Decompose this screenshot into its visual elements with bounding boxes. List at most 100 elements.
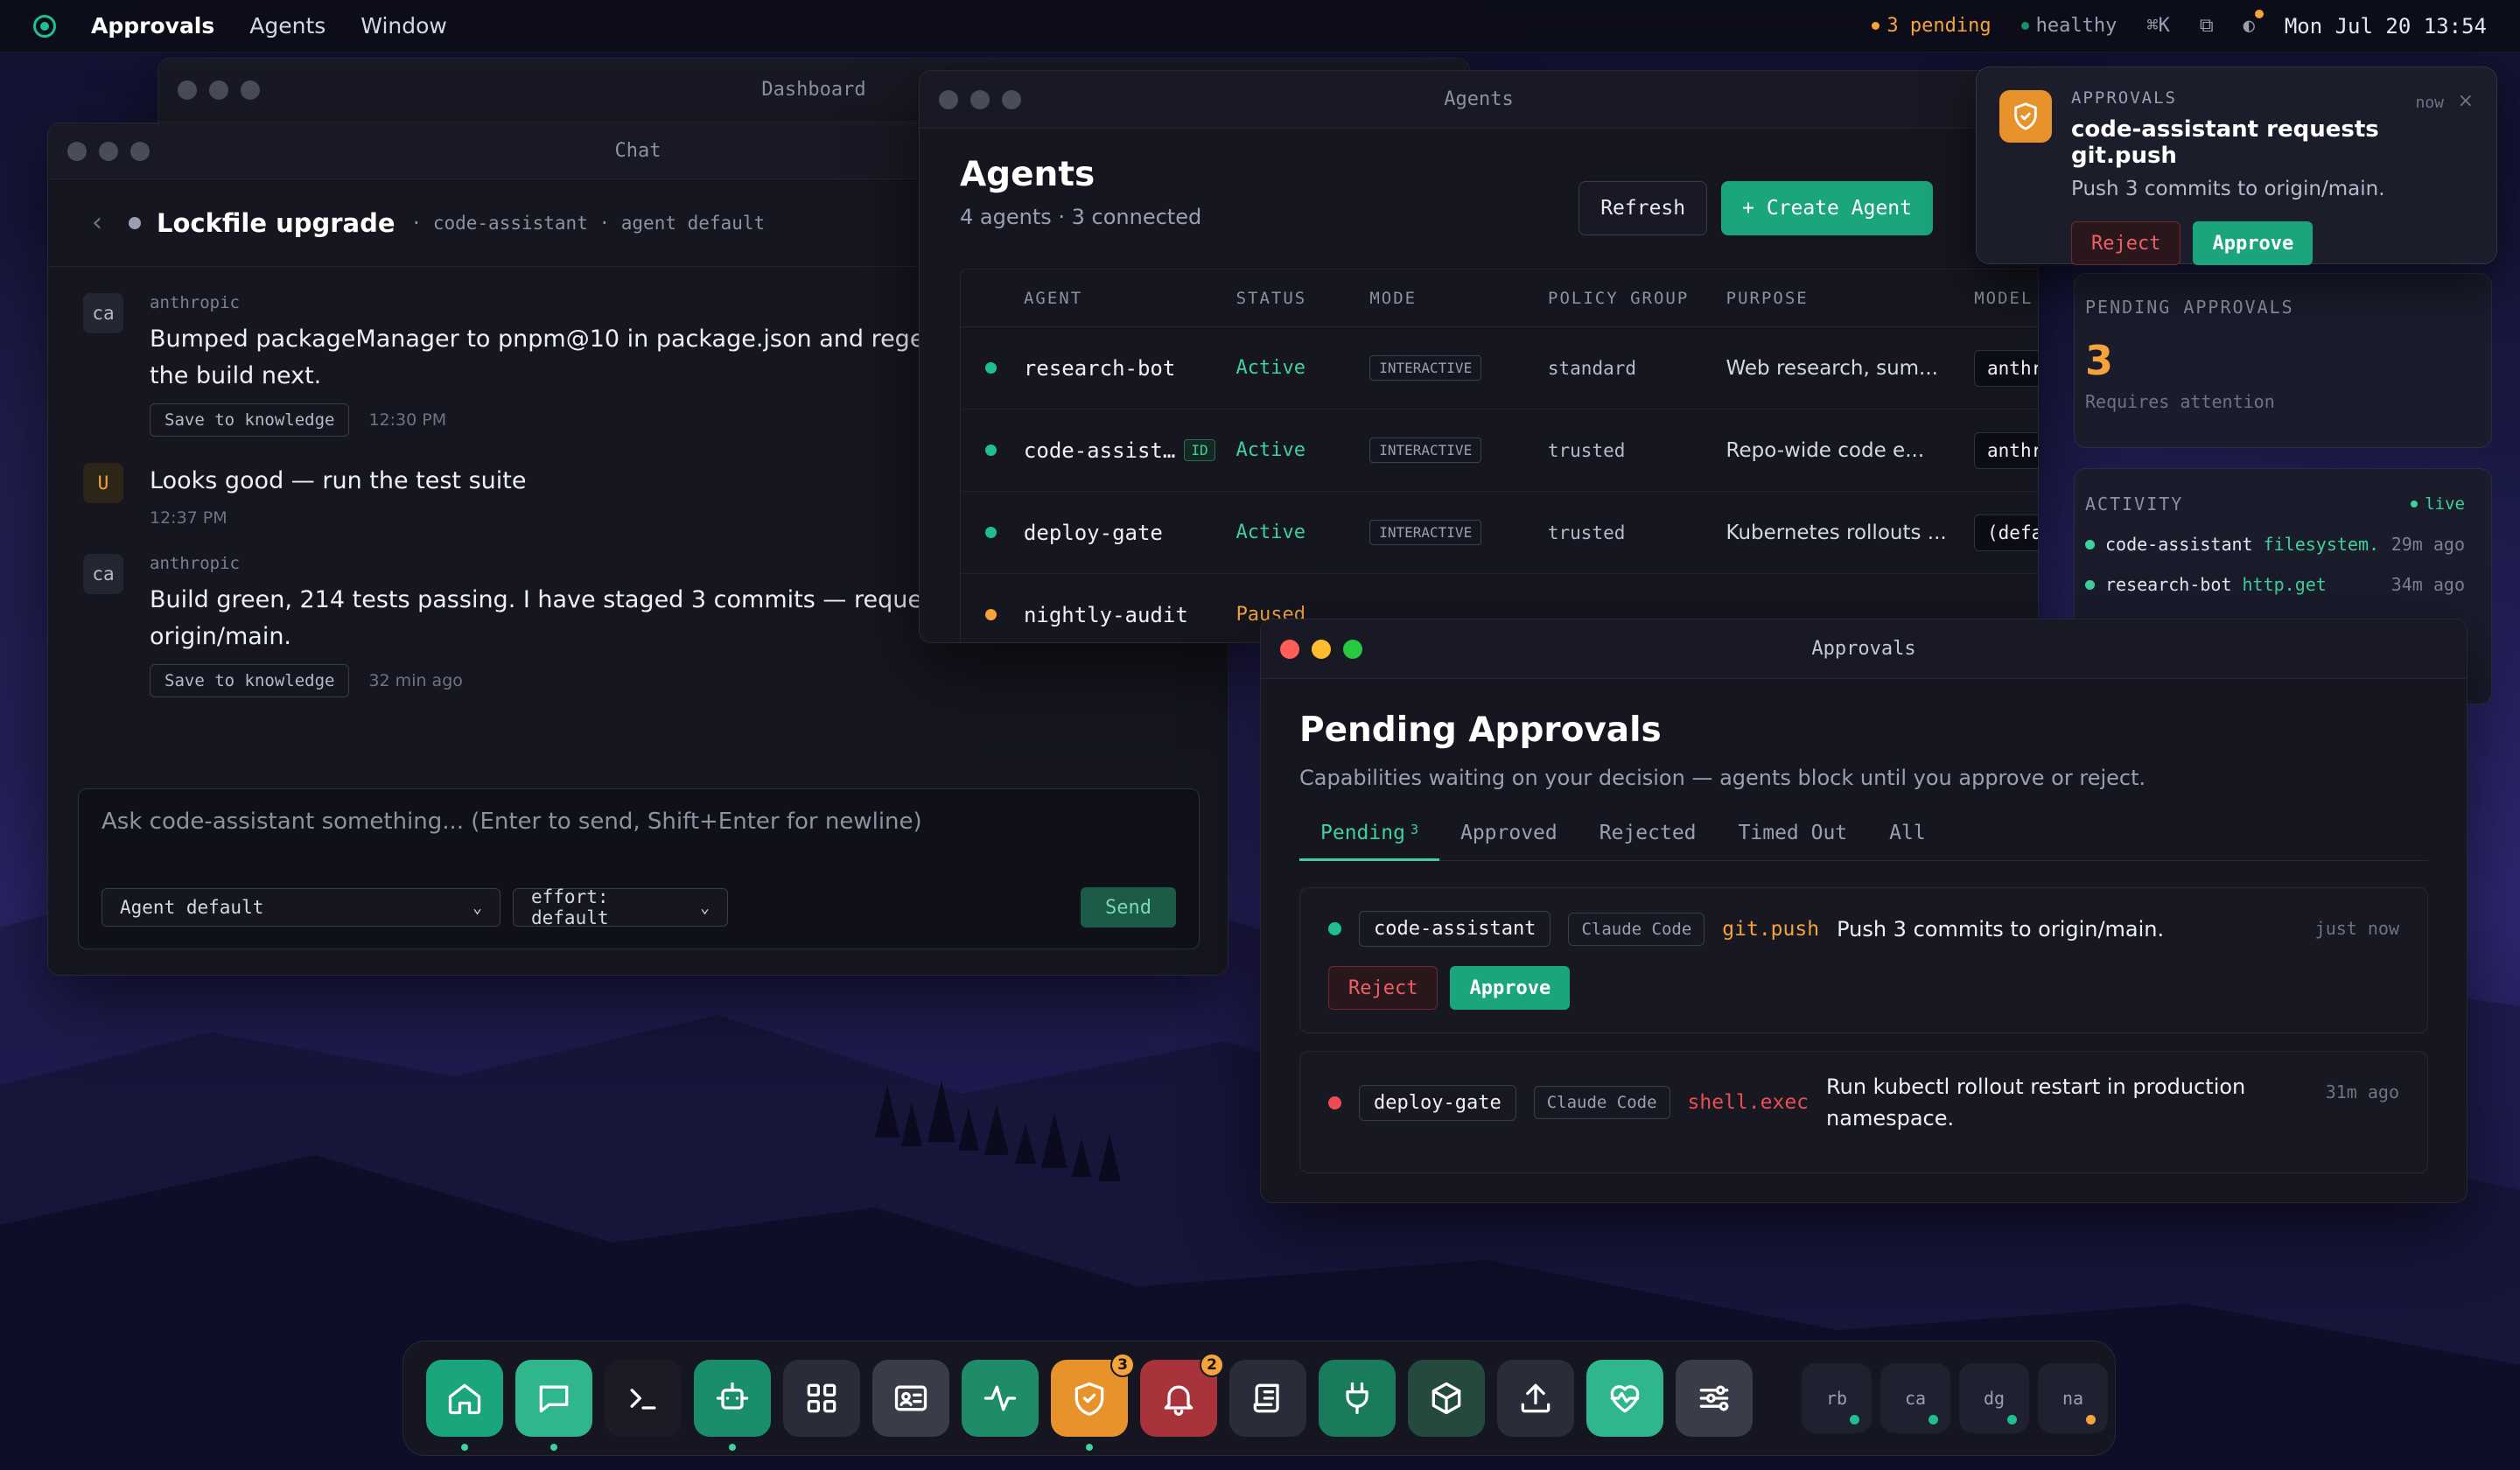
theme-glyph: ◐ bbox=[2243, 15, 2255, 37]
column-header[interactable]: STATUS bbox=[1236, 289, 1370, 308]
close-window-button[interactable] bbox=[1280, 639, 1299, 659]
column-header[interactable]: MODEL bbox=[1974, 289, 2038, 308]
column-header[interactable]: MODE bbox=[1369, 289, 1548, 308]
command-palette-shortcut[interactable]: ⌘K bbox=[2146, 15, 2170, 37]
window-controls bbox=[67, 141, 150, 161]
close-icon[interactable]: × bbox=[2458, 90, 2474, 112]
request-status-dot bbox=[1328, 1096, 1341, 1110]
window-switcher-icon[interactable]: ⧉ bbox=[2200, 15, 2214, 37]
menu-agents[interactable]: Agents bbox=[249, 13, 326, 38]
dock-agent-label: ca bbox=[1904, 1388, 1927, 1409]
minimize-window-button[interactable] bbox=[970, 89, 990, 109]
agent-mode-cell: INTERACTIVE bbox=[1369, 355, 1548, 381]
minimize-window-button[interactable] bbox=[99, 141, 118, 161]
close-window-button[interactable] bbox=[178, 80, 197, 100]
tab-all[interactable]: All bbox=[1868, 822, 1947, 860]
back-icon[interactable]: ‹ bbox=[92, 207, 102, 238]
bell-icon bbox=[1164, 1385, 1194, 1416]
close-window-button[interactable] bbox=[67, 141, 87, 161]
effort-select[interactable]: effort: default ⌄ bbox=[513, 886, 728, 928]
pending-status[interactable]: 3 pending bbox=[1872, 15, 1992, 37]
approvals-window[interactable]: Approvals Pending Approvals Capabilities… bbox=[1260, 619, 2468, 1203]
request-kind: Claude Code bbox=[1568, 912, 1705, 946]
dock-home-button[interactable] bbox=[426, 1360, 503, 1451]
shield-icon bbox=[1999, 90, 2052, 143]
dock: 3 2 rb ca dg na bbox=[402, 1340, 2116, 1456]
activity-item[interactable]: code-assistant filesystem.read 29m ago bbox=[2085, 534, 2465, 555]
dock-identity-card-button[interactable] bbox=[872, 1360, 949, 1437]
save-to-knowledge-button[interactable]: Save to knowledge bbox=[150, 403, 350, 437]
dock-agent-ca[interactable]: ca bbox=[1880, 1363, 1950, 1433]
model-chip[interactable]: (default) bbox=[1974, 514, 2038, 551]
approve-button[interactable]: Approve bbox=[2193, 221, 2314, 265]
approval-tabs: Pending 3 Approved Rejected Timed Out All bbox=[1299, 822, 2428, 861]
column-header[interactable]: PURPOSE bbox=[1726, 289, 1975, 308]
reject-button[interactable]: Reject bbox=[2071, 221, 2181, 265]
dock-activity-button[interactable] bbox=[962, 1360, 1039, 1437]
dock-package-button[interactable] bbox=[1408, 1360, 1485, 1437]
agents-header: Agents 4 agents · 3 connected Refresh + … bbox=[920, 129, 2038, 269]
table-row[interactable]: deploy-gate Active INTERACTIVE trusted Kuber… bbox=[961, 492, 2038, 574]
dock-plug-button[interactable] bbox=[1319, 1360, 1396, 1437]
dock-agents-button[interactable] bbox=[694, 1360, 771, 1451]
save-to-knowledge-button[interactable]: Save to knowledge bbox=[150, 664, 350, 697]
minimize-window-button[interactable] bbox=[1312, 639, 1331, 659]
minimize-window-button[interactable] bbox=[209, 80, 228, 100]
activity-time: 29m ago bbox=[2390, 534, 2465, 555]
send-button[interactable]: Send bbox=[1081, 887, 1176, 928]
column-header[interactable]: POLICY GROUP bbox=[1548, 289, 1726, 308]
shield-icon bbox=[1074, 1382, 1104, 1416]
dock-agent-rb[interactable]: rb bbox=[1802, 1363, 1872, 1433]
agent-name: deploy-gate bbox=[1023, 520, 1163, 545]
terminal-icon bbox=[630, 1389, 656, 1410]
model-chip[interactable]: anthropic bbox=[1974, 349, 2038, 387]
approvals-titlebar[interactable]: Approvals bbox=[1261, 620, 2467, 679]
message-composer[interactable]: Ask code-assistant something... (Enter t… bbox=[78, 788, 1200, 949]
dock-agent-label: dg bbox=[1983, 1388, 2006, 1409]
theme-toggle-icon[interactable]: ◐ bbox=[2243, 10, 2264, 37]
zoom-window-button[interactable] bbox=[1002, 89, 1021, 109]
column-header[interactable]: AGENT bbox=[1024, 289, 1236, 308]
create-agent-button[interactable]: + Create Agent bbox=[1721, 181, 1933, 235]
tab-pending[interactable]: Pending 3 bbox=[1299, 822, 1439, 861]
dock-agent-na[interactable]: na bbox=[2038, 1363, 2108, 1433]
agents-titlebar[interactable]: Agents bbox=[920, 71, 2038, 129]
zoom-window-button[interactable] bbox=[130, 141, 150, 161]
health-status[interactable]: healthy bbox=[2020, 15, 2117, 37]
table-row[interactable]: research-bot Active INTERACTIVE standard Web… bbox=[961, 327, 2038, 410]
close-window-button[interactable] bbox=[939, 89, 958, 109]
agent-purpose: Web research, sum... bbox=[1726, 356, 1938, 380]
apps-grid-icon bbox=[807, 1383, 836, 1413]
zoom-window-button[interactable] bbox=[1343, 639, 1362, 659]
dock-chat-button[interactable] bbox=[515, 1360, 592, 1451]
refresh-button[interactable]: Refresh bbox=[1578, 181, 1708, 235]
agent-select[interactable]: Agent default ⌄ bbox=[102, 888, 500, 927]
reject-button[interactable]: Reject bbox=[1328, 966, 1438, 1010]
tab-timed-out[interactable]: Timed Out bbox=[1718, 822, 1869, 860]
dock-sliders-button[interactable] bbox=[1676, 1360, 1753, 1437]
approve-button[interactable]: Approve bbox=[1450, 966, 1571, 1010]
dock-shield-button[interactable]: 3 bbox=[1051, 1353, 1135, 1451]
dock-agent-dg[interactable]: dg bbox=[1959, 1363, 2029, 1433]
dock-terminal-button[interactable] bbox=[605, 1360, 682, 1437]
tab-approved[interactable]: Approved bbox=[1439, 822, 1578, 860]
zoom-window-button[interactable] bbox=[241, 80, 260, 100]
tab-rejected[interactable]: Rejected bbox=[1578, 822, 1718, 860]
composer-input[interactable]: Ask code-assistant something... (Enter t… bbox=[102, 808, 1176, 835]
menu-app-name[interactable]: Approvals bbox=[91, 13, 214, 38]
dock-scroll-button[interactable] bbox=[1229, 1360, 1306, 1437]
dock-heart-pulse-button[interactable] bbox=[1586, 1360, 1663, 1437]
model-chip[interactable]: anthropic bbox=[1974, 431, 2038, 469]
dock-upload-button[interactable] bbox=[1497, 1360, 1574, 1437]
avatar: ca bbox=[83, 293, 123, 333]
agents-window[interactable]: Agents Agents 4 agents · 3 connected Ref… bbox=[919, 70, 2039, 643]
approval-notification[interactable]: now × APPROVALS code-assistant requests … bbox=[1976, 66, 2497, 265]
activity-icon bbox=[984, 1385, 1017, 1411]
activity-item[interactable]: research-bot http.get 34m ago bbox=[2085, 574, 2465, 595]
app-logo-icon[interactable] bbox=[33, 14, 56, 38]
menu-window[interactable]: Window bbox=[360, 13, 447, 38]
dock-apps-grid-button[interactable] bbox=[783, 1360, 860, 1437]
dock-bell-button[interactable]: 2 bbox=[1140, 1353, 1224, 1437]
table-row[interactable]: code-assist… ID Active INTERACTIVE trusted Re… bbox=[961, 410, 2038, 492]
pending-approvals-card[interactable]: PENDING APPROVALS 3 Requires attention bbox=[2074, 273, 2492, 448]
